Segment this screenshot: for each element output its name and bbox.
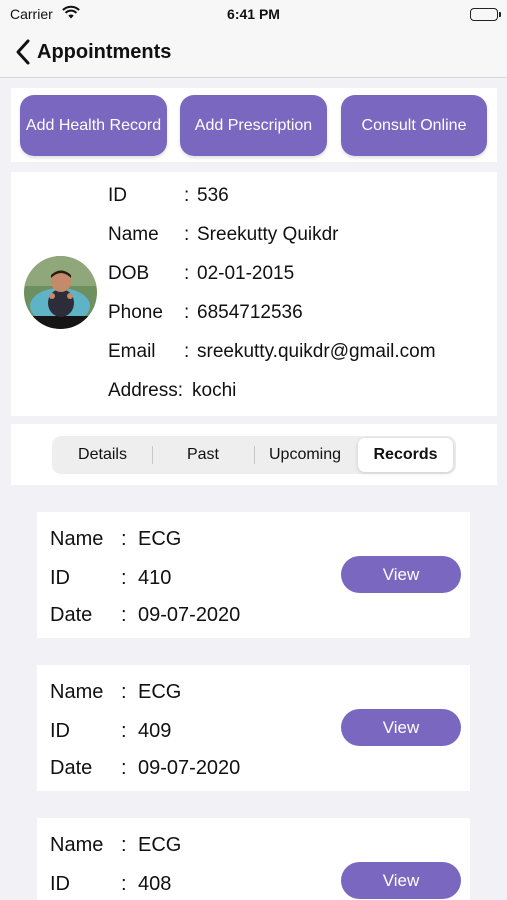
patient-id-value: 536 [197, 185, 229, 206]
record-date-value: 09-07-2020 [138, 757, 241, 779]
field-separator: : [121, 528, 127, 550]
field-label: Name [108, 224, 159, 245]
field-separator: : [184, 185, 190, 206]
tab-bar-card: Details Past Upcoming Records [11, 424, 497, 485]
avatar [24, 256, 97, 329]
back-label: Appointments [37, 40, 172, 63]
field-label: ID [50, 873, 70, 895]
record-id-value: 408 [138, 873, 172, 895]
field-label: ID [50, 567, 70, 589]
patient-email-value: sreekutty.quikdr@gmail.com [197, 341, 436, 362]
record-date-value: 09-07-2020 [138, 604, 241, 626]
field-label: DOB [108, 263, 150, 284]
field-label: Name [50, 528, 104, 550]
record-card: Name : ECG ID : 410 Date : 09-07-2020 Vi… [37, 512, 470, 638]
tab-records[interactable]: Records [358, 438, 453, 472]
field-label: Date [50, 757, 93, 779]
field-label: Phone [108, 302, 163, 323]
record-name-value: ECG [138, 834, 182, 856]
patient-phone-value: 6854712536 [197, 302, 303, 323]
action-bar: Add Health Record Add Prescription Consu… [11, 88, 497, 162]
field-label: Address: [108, 380, 183, 401]
record-card: Name : ECG ID : 408 View [37, 818, 470, 900]
clock: 6:41 PM [227, 6, 280, 22]
navigation-bar: Appointments [0, 30, 507, 78]
segmented-control: Details Past Upcoming Records [52, 436, 456, 474]
field-label: Name [50, 834, 104, 856]
status-bar: Carrier 6:41 PM [0, 0, 507, 30]
tab-past[interactable]: Past [153, 438, 253, 472]
record-card: Name : ECG ID : 409 Date : 09-07-2020 Vi… [37, 665, 470, 791]
record-id-value: 410 [138, 567, 172, 589]
field-separator: : [121, 720, 127, 742]
chevron-left-icon [16, 39, 30, 65]
record-name-value: ECG [138, 528, 182, 550]
tab-upcoming[interactable]: Upcoming [255, 438, 355, 472]
back-button[interactable]: Appointments [14, 38, 171, 66]
field-separator: : [121, 604, 127, 626]
view-record-button[interactable]: View [341, 709, 461, 746]
view-record-button[interactable]: View [341, 862, 461, 899]
field-separator: : [184, 263, 190, 284]
field-separator: : [121, 873, 127, 895]
field-label: Date [50, 604, 93, 626]
field-label: ID [50, 720, 70, 742]
record-id-value: 409 [138, 720, 172, 742]
add-prescription-button[interactable]: Add Prescription [180, 95, 327, 156]
field-separator: : [184, 341, 190, 362]
add-health-record-button[interactable]: Add Health Record [20, 95, 167, 156]
field-separator: : [184, 224, 190, 245]
battery-icon [470, 8, 501, 21]
field-separator: : [184, 302, 190, 323]
tab-details[interactable]: Details [54, 438, 151, 472]
view-record-button[interactable]: View [341, 556, 461, 593]
field-separator: : [121, 834, 127, 856]
patient-address-value: kochi [192, 380, 237, 401]
patient-dob-value: 02-01-2015 [197, 263, 295, 284]
field-label: ID [108, 185, 127, 206]
patient-profile-card: ID : 536 Name : Sreekutty Quikdr DOB : 0… [11, 172, 497, 416]
field-separator: : [121, 757, 127, 779]
record-name-value: ECG [138, 681, 182, 703]
field-separator: : [121, 681, 127, 703]
field-separator: : [121, 567, 127, 589]
patient-name-value: Sreekutty Quikdr [197, 224, 339, 245]
field-label: Email [108, 341, 156, 362]
consult-online-button[interactable]: Consult Online [341, 95, 487, 156]
field-label: Name [50, 681, 104, 703]
